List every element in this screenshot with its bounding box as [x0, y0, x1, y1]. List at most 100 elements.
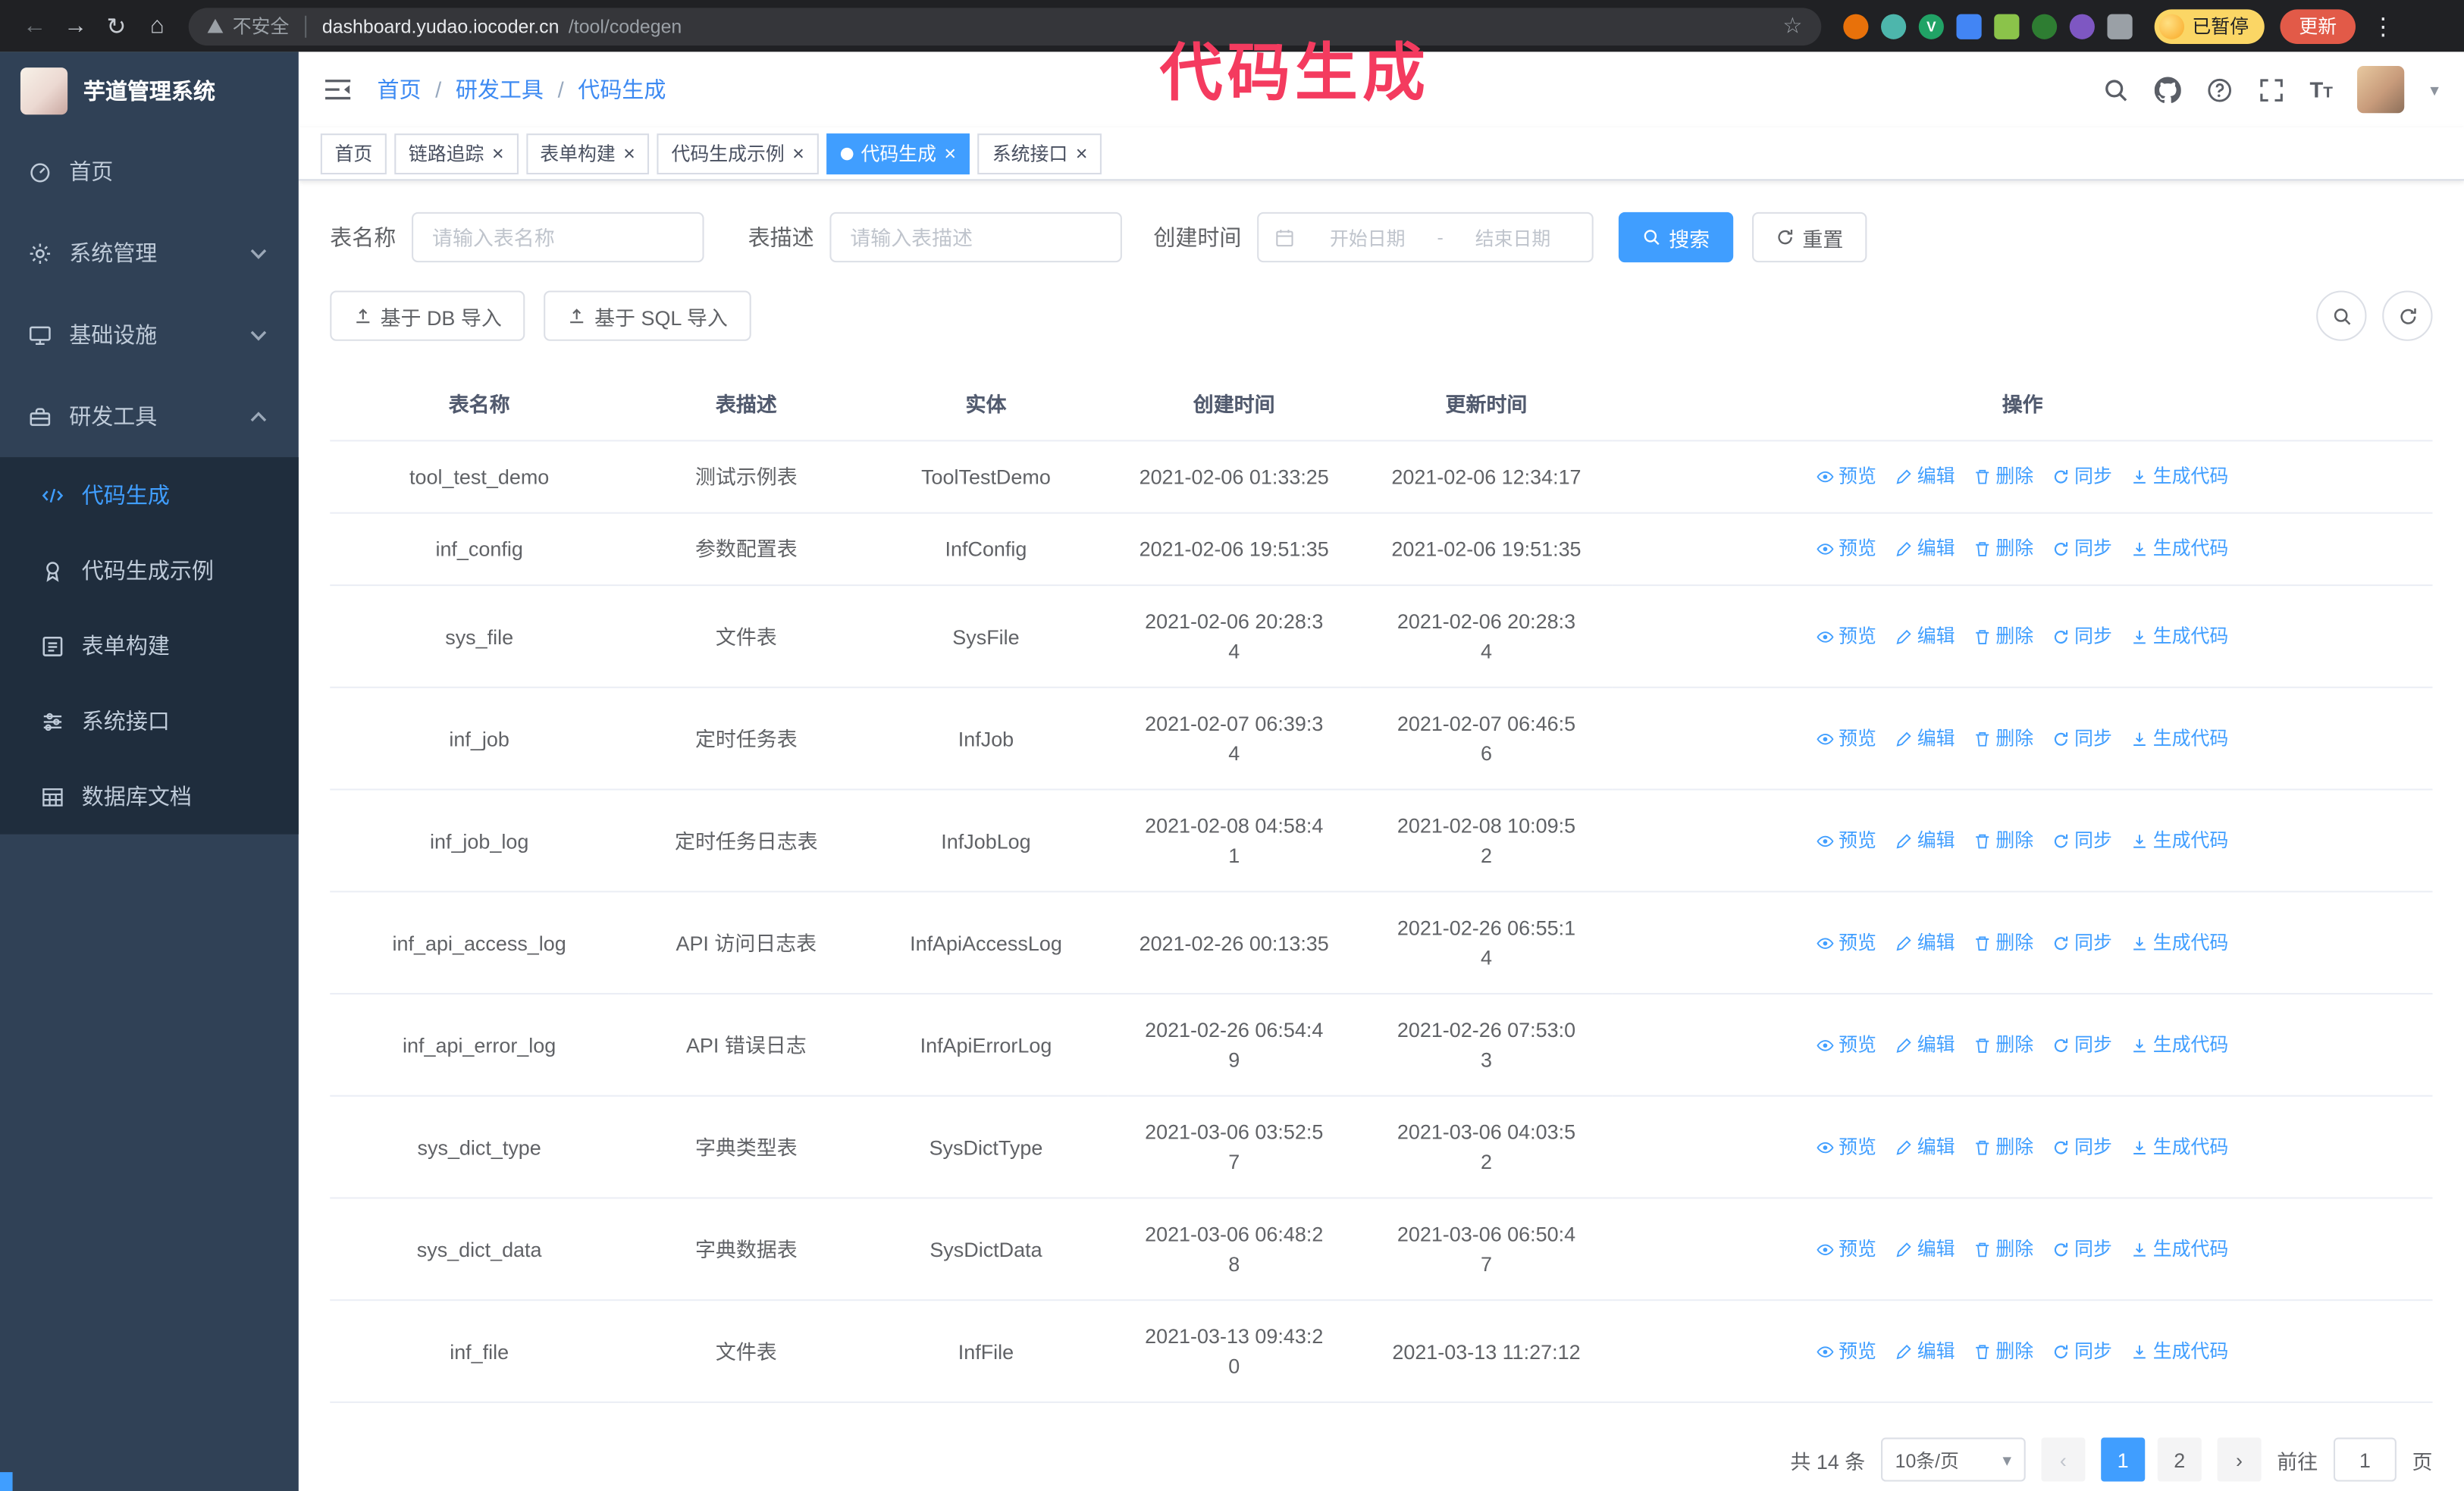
sidebar-item-codegen-example[interactable]: 代码生成示例	[0, 533, 299, 608]
delete-link[interactable]: 删除	[1973, 622, 2033, 651]
edit-link[interactable]: 编辑	[1895, 534, 1955, 564]
delete-link[interactable]: 删除	[1973, 723, 2033, 753]
sync-link[interactable]: 同步	[2052, 462, 2112, 491]
delete-link[interactable]: 删除	[1973, 1336, 2033, 1366]
generate-code-link[interactable]: 生成代码	[2131, 1030, 2228, 1060]
close-icon[interactable]: ×	[944, 143, 956, 164]
goto-page-input[interactable]	[2333, 1437, 2397, 1482]
sidebar-fold-icon[interactable]	[324, 79, 352, 101]
address-bar[interactable]: 不安全 dashboard.yudao.iocoder.cn/tool/code…	[188, 7, 1822, 45]
preview-link[interactable]: 预览	[1817, 825, 1876, 855]
sync-link[interactable]: 同步	[2052, 825, 2112, 855]
date-end-placeholder[interactable]: 结束日期	[1450, 224, 1576, 250]
breadcrumb-home[interactable]: 首页	[377, 74, 421, 105]
preview-link[interactable]: 预览	[1817, 723, 1876, 753]
extension-icon[interactable]: V	[1918, 13, 1944, 39]
app-logo[interactable]: 芋道管理系统	[0, 52, 299, 130]
delete-link[interactable]: 删除	[1973, 534, 2033, 564]
security-label[interactable]: 不安全	[233, 13, 290, 39]
forward-icon[interactable]: →	[57, 13, 95, 39]
github-icon[interactable]	[2154, 77, 2180, 103]
browser-menu-icon[interactable]: ⋮	[2372, 12, 2395, 40]
generate-code-link[interactable]: 生成代码	[2131, 1336, 2228, 1366]
table-name-input[interactable]	[412, 211, 704, 263]
reload-icon[interactable]: ↻	[98, 12, 136, 40]
extension-icon[interactable]	[2032, 13, 2058, 39]
sidebar-item-codegen[interactable]: 代码生成	[0, 457, 299, 532]
tab[interactable]: 系统接口 ×	[978, 133, 1102, 174]
delete-link[interactable]: 删除	[1973, 1234, 2033, 1264]
preview-link[interactable]: 预览	[1817, 1030, 1876, 1060]
delete-link[interactable]: 删除	[1973, 825, 2033, 855]
close-icon[interactable]: ×	[492, 143, 504, 164]
search-button[interactable]: 搜索	[1618, 211, 1734, 263]
table-desc-input[interactable]	[829, 211, 1122, 263]
sidebar-item-devtools[interactable]: 研发工具	[0, 375, 299, 457]
generate-code-link[interactable]: 生成代码	[2131, 534, 2228, 564]
tab[interactable]: 代码生成 ×	[826, 133, 970, 174]
help-icon[interactable]	[2206, 77, 2233, 103]
sync-link[interactable]: 同步	[2052, 1234, 2112, 1264]
close-icon[interactable]: ×	[1076, 143, 1088, 164]
generate-code-link[interactable]: 生成代码	[2131, 1132, 2228, 1161]
close-icon[interactable]: ×	[623, 143, 635, 164]
date-range-picker[interactable]: 开始日期 - 结束日期	[1257, 211, 1594, 263]
font-size-icon[interactable]: TT	[2309, 77, 2332, 102]
generate-code-link[interactable]: 生成代码	[2131, 723, 2228, 753]
prev-page-button[interactable]: ‹	[2041, 1437, 2086, 1482]
preview-link[interactable]: 预览	[1817, 622, 1876, 651]
extension-icon[interactable]	[1881, 13, 1907, 39]
preview-link[interactable]: 预览	[1817, 1234, 1876, 1264]
sync-link[interactable]: 同步	[2052, 1030, 2112, 1060]
sidebar-item-form-builder[interactable]: 表单构建	[0, 608, 299, 683]
page-number-button[interactable]: 2	[2157, 1437, 2202, 1482]
breadcrumb-devtools[interactable]: 研发工具	[456, 74, 544, 105]
sync-link[interactable]: 同步	[2052, 622, 2112, 651]
user-avatar[interactable]	[2358, 66, 2406, 114]
generate-code-link[interactable]: 生成代码	[2131, 622, 2228, 651]
refresh-table-button[interactable]	[2382, 290, 2433, 341]
sidebar-item-system[interactable]: 系统管理	[0, 212, 299, 294]
caret-down-icon[interactable]: ▾	[2430, 80, 2438, 100]
preview-link[interactable]: 预览	[1817, 928, 1876, 957]
delete-link[interactable]: 删除	[1973, 928, 2033, 957]
extension-icon[interactable]	[1994, 13, 2020, 39]
sidebar-item-infra[interactable]: 基础设施	[0, 294, 299, 376]
delete-link[interactable]: 删除	[1973, 1030, 2033, 1060]
edit-link[interactable]: 编辑	[1895, 723, 1955, 753]
preview-link[interactable]: 预览	[1817, 1336, 1876, 1366]
home-icon[interactable]: ⌂	[138, 13, 176, 39]
page-number-button[interactable]: 1	[2101, 1437, 2146, 1482]
tab[interactable]: 首页 ×	[320, 133, 387, 174]
generate-code-link[interactable]: 生成代码	[2131, 825, 2228, 855]
extension-icon[interactable]	[1843, 13, 1869, 39]
bookmark-star-icon[interactable]: ☆	[1782, 13, 1802, 39]
edit-link[interactable]: 编辑	[1895, 622, 1955, 651]
sidebar-item-home[interactable]: 首页	[0, 130, 299, 212]
edit-link[interactable]: 编辑	[1895, 1336, 1955, 1366]
edit-link[interactable]: 编辑	[1895, 1234, 1955, 1264]
extension-icon[interactable]	[2069, 13, 2095, 39]
reset-button[interactable]: 重置	[1752, 211, 1867, 263]
fullscreen-icon[interactable]	[2258, 77, 2284, 103]
sync-link[interactable]: 同步	[2052, 1336, 2112, 1366]
sync-link[interactable]: 同步	[2052, 928, 2112, 957]
sync-link[interactable]: 同步	[2052, 723, 2112, 753]
delete-link[interactable]: 删除	[1973, 1132, 2033, 1161]
toggle-search-button[interactable]	[2316, 290, 2367, 341]
generate-code-link[interactable]: 生成代码	[2131, 462, 2228, 491]
import-db-button[interactable]: 基于 DB 导入	[330, 290, 525, 341]
preview-link[interactable]: 预览	[1817, 462, 1876, 491]
chrome-update-button[interactable]: 更新	[2280, 8, 2356, 43]
sync-link[interactable]: 同步	[2052, 1132, 2112, 1161]
profile-paused-badge[interactable]: 已暂停	[2154, 8, 2265, 43]
generate-code-link[interactable]: 生成代码	[2131, 1234, 2228, 1264]
search-icon[interactable]	[2102, 77, 2129, 103]
preview-link[interactable]: 预览	[1817, 534, 1876, 564]
sidebar-item-system-api[interactable]: 系统接口	[0, 684, 299, 759]
tab[interactable]: 表单构建 ×	[525, 133, 650, 174]
tab[interactable]: 链路追踪 ×	[394, 133, 519, 174]
date-start-placeholder[interactable]: 开始日期	[1304, 224, 1431, 250]
tab[interactable]: 代码生成示例 ×	[657, 133, 819, 174]
edit-link[interactable]: 编辑	[1895, 462, 1955, 491]
